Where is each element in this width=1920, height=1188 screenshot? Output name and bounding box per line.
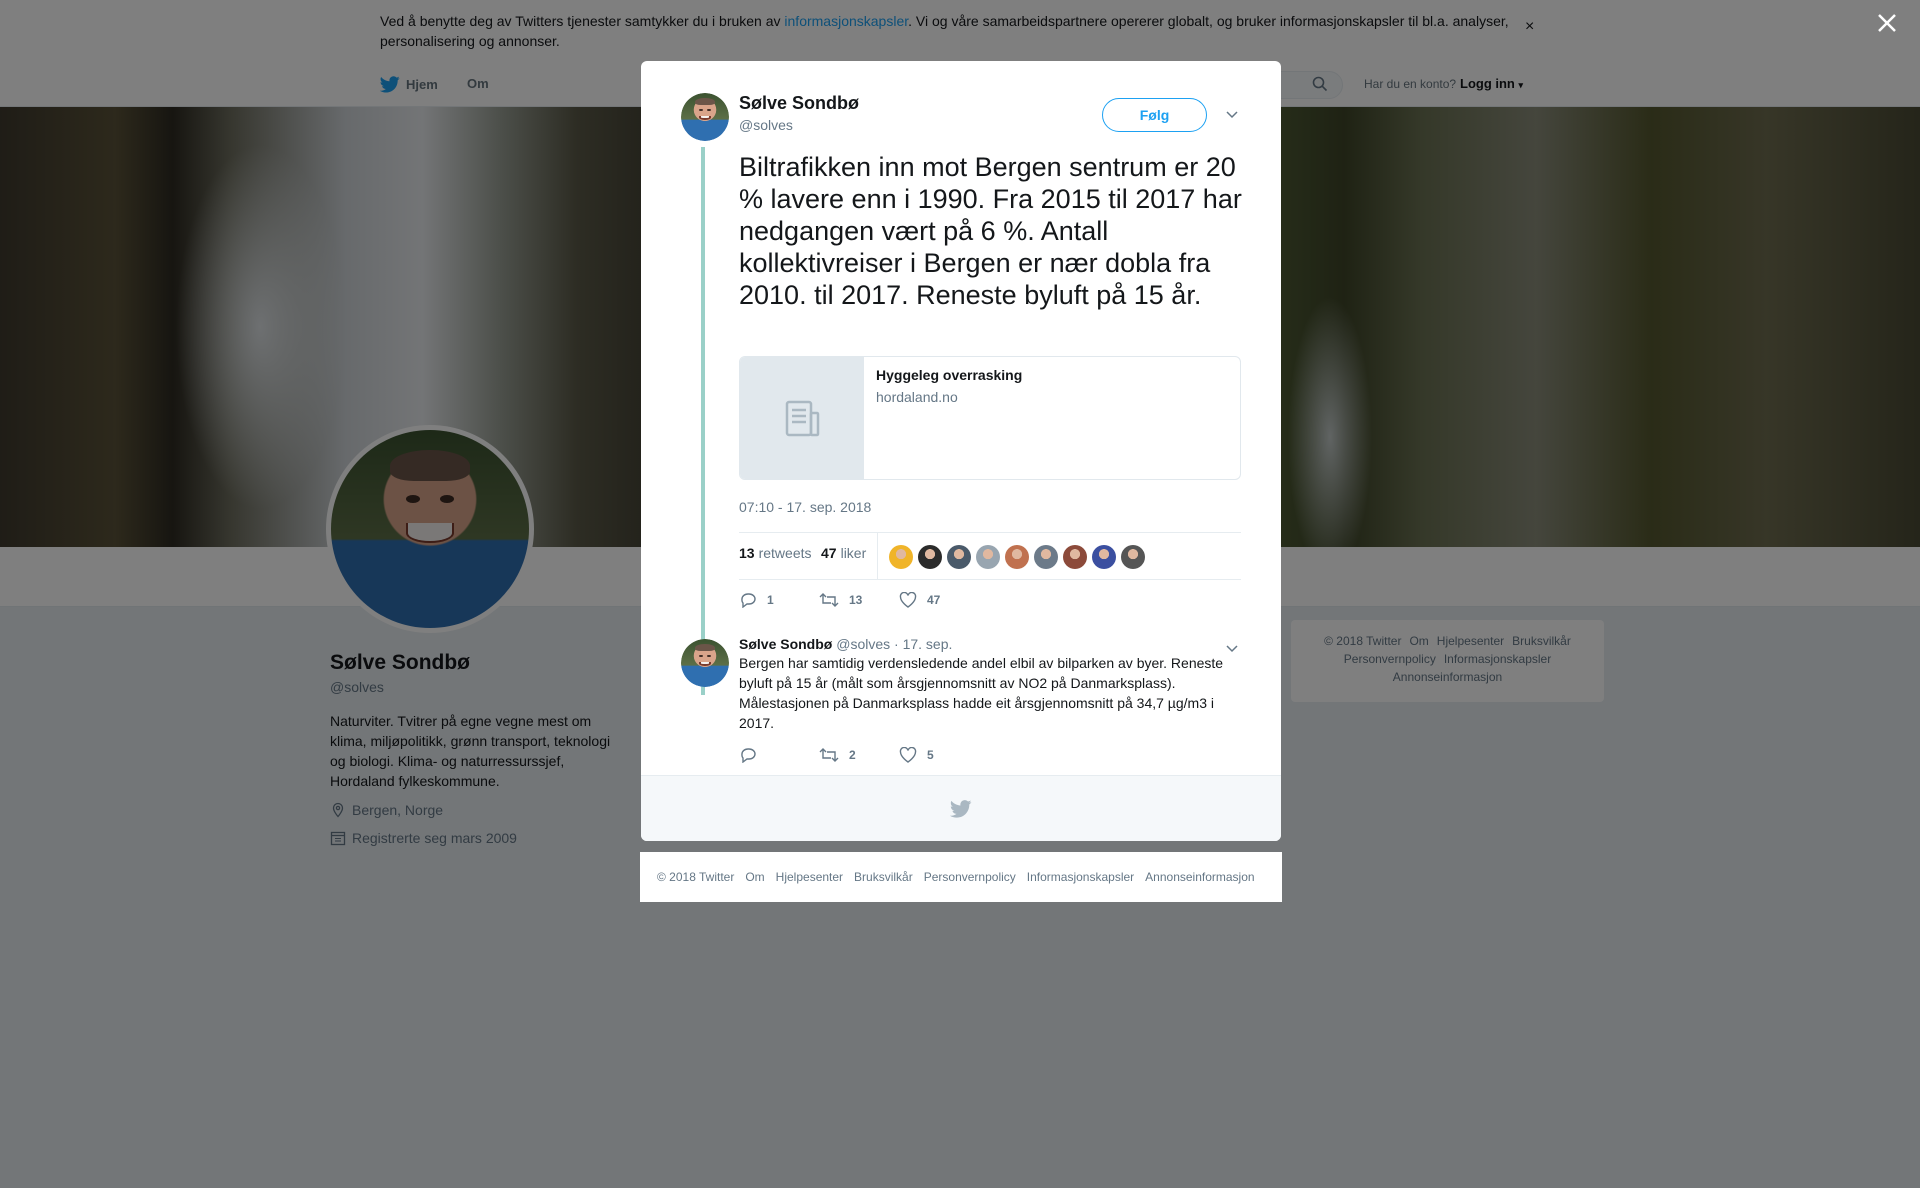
reply-author-name[interactable]: Sølve Sondbø: [739, 636, 832, 652]
likes-count: 47: [821, 545, 837, 561]
reply-button[interactable]: 1: [739, 592, 819, 608]
retweet-stat[interactable]: 13 retweets: [739, 545, 812, 561]
modal-bottom-footer: © 2018 Twitter Om Hjelpesenter Bruksvilk…: [640, 852, 1282, 902]
reply-author-avatar[interactable]: [681, 639, 729, 687]
retweet-action-count: 13: [849, 593, 863, 607]
reply-author-handle[interactable]: @solves: [836, 636, 890, 652]
like-button[interactable]: 47: [899, 592, 979, 608]
reply-date[interactable]: · 17. sep.: [894, 636, 952, 652]
document-icon: [785, 400, 820, 437]
card-thumbnail: [740, 357, 864, 479]
reply-retweet-button[interactable]: 2: [819, 747, 899, 763]
reply-retweet-count: 2: [849, 748, 856, 762]
liker-avatar[interactable]: [1034, 545, 1058, 569]
likes-stat[interactable]: 47 liker: [821, 545, 866, 561]
liker-avatar[interactable]: [889, 545, 913, 569]
twitter-bird-icon: [950, 799, 972, 818]
modal-footer: [641, 775, 1281, 841]
heart-icon: [899, 592, 917, 608]
retweet-count: 13: [739, 545, 755, 561]
thread-connector: [701, 147, 705, 695]
close-icon[interactable]: [1874, 10, 1900, 36]
reply-count: 1: [767, 593, 774, 607]
footer-link-cookies[interactable]: Informasjonskapsler: [1027, 870, 1134, 884]
reply-icon: [741, 748, 756, 763]
footer-link-ads[interactable]: Annonseinformasjon: [1145, 870, 1254, 884]
footer-copyright: © 2018 Twitter: [657, 870, 735, 884]
retweet-button[interactable]: 13: [819, 592, 899, 608]
liker-avatars: [889, 545, 1145, 569]
tweet-stats: 13 retweets 47 liker: [739, 532, 1241, 580]
tweet-actions: 1 13 47: [739, 592, 979, 608]
retweet-label: retweets: [758, 545, 812, 561]
tweet-author-handle[interactable]: @solves: [739, 117, 793, 133]
liker-avatar[interactable]: [1121, 545, 1145, 569]
chevron-down-icon[interactable]: [1225, 107, 1239, 125]
tweet-author-name[interactable]: Sølve Sondbø: [739, 93, 859, 114]
retweet-icon: [819, 593, 839, 607]
reply-icon: [741, 593, 756, 608]
card-title: Hyggeleg overrasking: [876, 367, 1023, 383]
liker-avatar[interactable]: [1092, 545, 1116, 569]
tweet-text: Biltrafikken inn mot Bergen sentrum er 2…: [739, 152, 1242, 310]
tweet-author-avatar[interactable]: [681, 93, 729, 141]
reply-header: Sølve Sondbø @solves · 17. sep.: [739, 636, 952, 652]
reply-reply-button[interactable]: [739, 747, 819, 763]
retweet-icon: [819, 748, 839, 762]
footer-link-terms[interactable]: Bruksvilkår: [854, 870, 913, 884]
liker-avatar[interactable]: [1005, 545, 1029, 569]
likes-label: liker: [840, 545, 867, 561]
link-card[interactable]: Hyggeleg overrasking hordaland.no: [739, 356, 1241, 480]
liker-avatar[interactable]: [1063, 545, 1087, 569]
footer-link-about[interactable]: Om: [745, 870, 764, 884]
reply-actions: 2 5: [739, 747, 979, 763]
reply-text: Bergen har samtidig verdensledende andel…: [739, 655, 1224, 731]
liker-avatar[interactable]: [947, 545, 971, 569]
footer-link-privacy[interactable]: Personvernpolicy: [924, 870, 1016, 884]
tweet-timestamp[interactable]: 07:10 - 17. sep. 2018: [739, 499, 871, 515]
footer-link-help[interactable]: Hjelpesenter: [776, 870, 843, 884]
card-domain: hordaland.no: [876, 389, 958, 405]
follow-button[interactable]: Følg: [1102, 98, 1207, 132]
like-action-count: 47: [927, 593, 941, 607]
liker-avatar[interactable]: [918, 545, 942, 569]
reply-like-button[interactable]: 5: [899, 747, 979, 763]
liker-avatar[interactable]: [976, 545, 1000, 569]
stats-divider: [877, 533, 878, 579]
heart-icon: [899, 747, 917, 763]
reply-like-count: 5: [927, 748, 934, 762]
tweet-permalink-modal: Sølve Sondbø @solves Følg Biltrafikken i…: [641, 61, 1281, 841]
